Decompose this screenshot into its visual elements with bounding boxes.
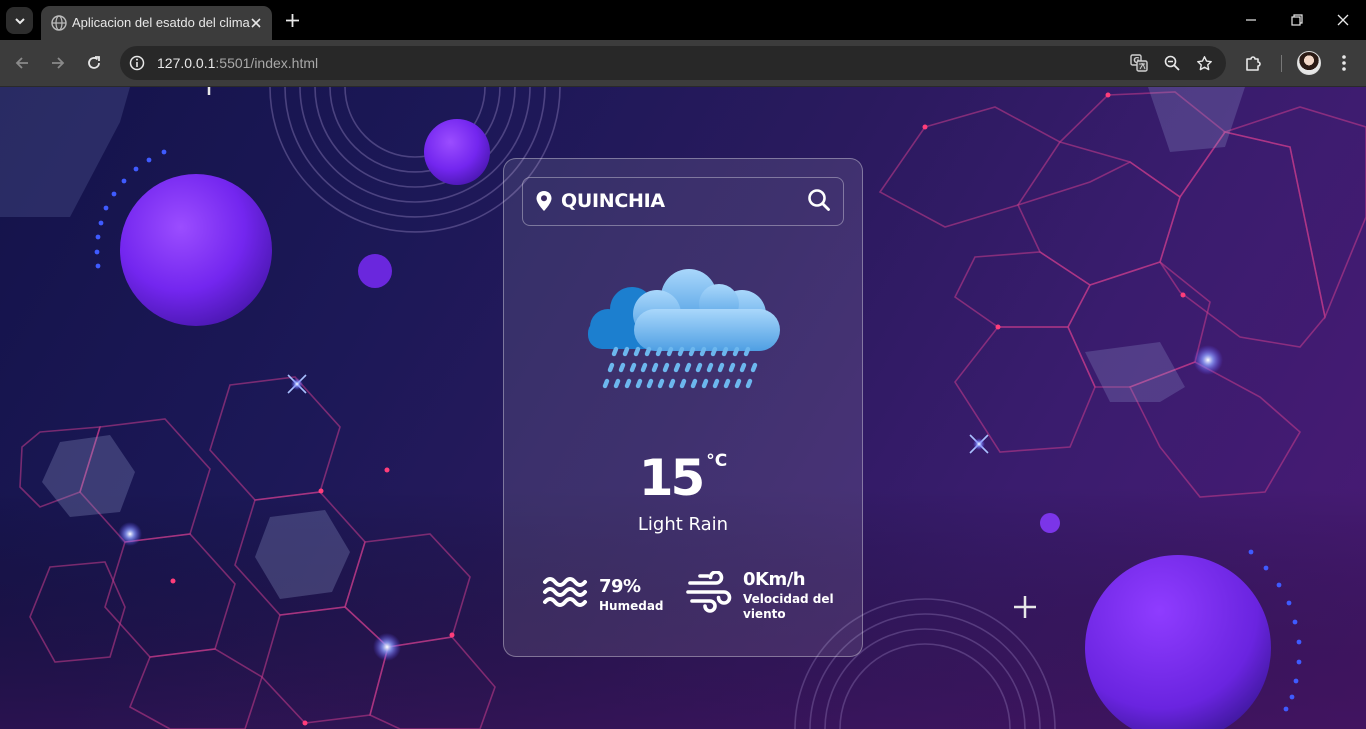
wind-speed-value: 0Km/h: [743, 569, 806, 590]
temperature-value: 15: [638, 449, 706, 507]
plus-icon: [285, 13, 299, 27]
waves-icon: [543, 577, 587, 607]
temperature: 15 °C: [504, 449, 862, 507]
close-window-button[interactable]: [1333, 10, 1353, 30]
puzzle-icon: [1246, 56, 1261, 71]
browser-toolbar: 127.0.0.1:5501/index.html G: [0, 40, 1366, 87]
humidity-value: 79%: [599, 576, 641, 597]
url-text[interactable]: 127.0.0.1:5501/index.html: [157, 55, 318, 71]
globe-icon: [51, 15, 67, 31]
weather-card: 15°C Light Rain 79% Humedad: [503, 158, 863, 657]
tab-strip: Aplicacion del esatdo del clima: [0, 0, 1366, 40]
zoom-out-icon: [1164, 55, 1180, 71]
tab-title: Aplicacion del esatdo del clima: [72, 15, 250, 30]
location-pin-icon: [536, 191, 552, 211]
rain-cloud-icon: [588, 269, 780, 389]
weather-description: Light Rain: [637, 514, 729, 535]
arrow-right-icon: [52, 57, 65, 69]
restore-icon: [1291, 14, 1303, 26]
info-icon: [129, 55, 145, 71]
close-icon: [1337, 14, 1349, 26]
search-box: [522, 177, 844, 226]
translate-icon: G: [1130, 54, 1148, 72]
address-bar[interactable]: 127.0.0.1:5501/index.html G: [120, 46, 1226, 80]
bookmark-button[interactable]: [1194, 53, 1214, 73]
minimize-button[interactable]: [1241, 10, 1261, 30]
more-vertical-icon: [1342, 55, 1346, 71]
humidity-label: Humedad: [599, 599, 664, 613]
active-tab[interactable]: Aplicacion del esatdo del clima: [41, 6, 272, 40]
extensions-button[interactable]: [1242, 51, 1266, 75]
wind-speed-label: Velocidad del viento: [743, 592, 834, 621]
browser-menu-button[interactable]: [1332, 51, 1356, 75]
back-button[interactable]: [10, 51, 34, 75]
arrow-left-icon: [15, 57, 28, 69]
tab-search-button[interactable]: [6, 7, 33, 34]
location-input[interactable]: [561, 186, 791, 216]
close-tab-button[interactable]: [246, 13, 266, 33]
wind-icon: [686, 571, 732, 613]
close-icon: [251, 18, 261, 28]
site-info-button[interactable]: [127, 53, 147, 73]
url-path: :5501/index.html: [215, 55, 319, 71]
search-button[interactable]: [805, 188, 833, 214]
avatar[interactable]: [1297, 51, 1321, 75]
url-host: 127.0.0.1: [157, 55, 216, 71]
search-icon: [808, 189, 830, 211]
page-viewport: 15°C Light Rain 79% Humedad: [0, 87, 1366, 729]
translate-button[interactable]: G: [1129, 53, 1149, 73]
star-icon: [1196, 55, 1212, 70]
temperature-unit: °C: [706, 451, 728, 471]
toolbar-separator: [1281, 55, 1282, 72]
restore-button[interactable]: [1287, 10, 1307, 30]
reload-button[interactable]: [82, 51, 106, 75]
zoom-button[interactable]: [1162, 53, 1182, 73]
chevron-down-icon: [14, 17, 25, 24]
reload-icon: [88, 56, 100, 69]
minimize-icon: [1246, 19, 1256, 21]
forward-button[interactable]: [46, 51, 70, 75]
new-tab-button[interactable]: [282, 10, 302, 30]
